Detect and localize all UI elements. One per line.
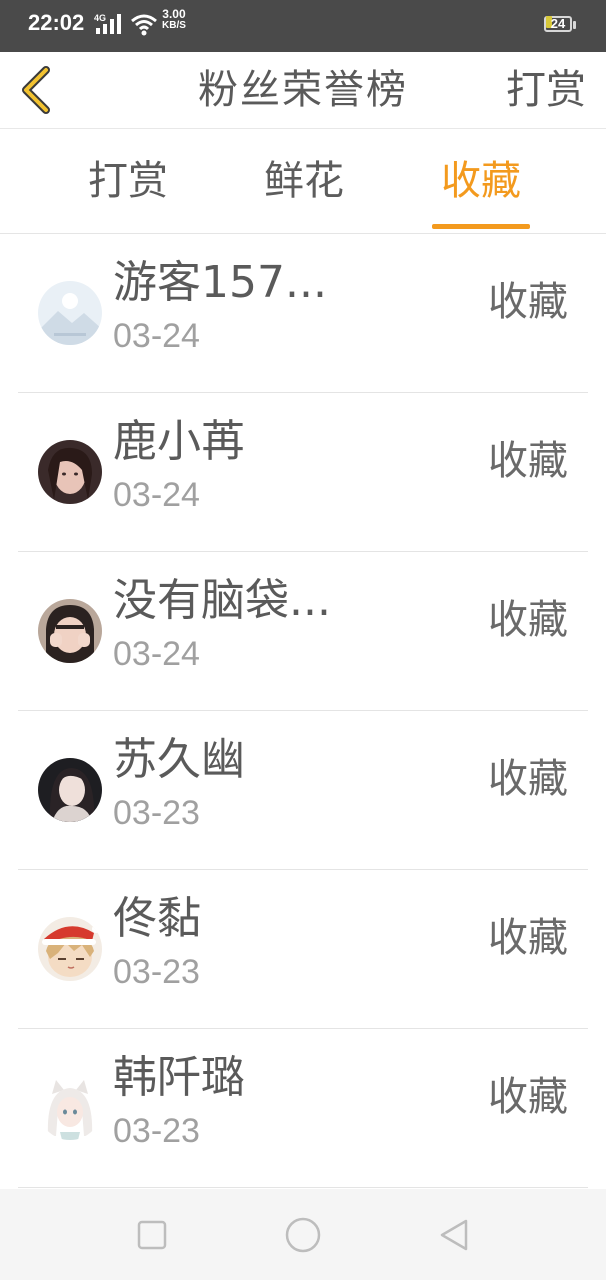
network-speed-value: 3.00 [162,7,186,21]
avatar [38,758,102,822]
user-name: 韩阡璐 [113,1052,245,1103]
home-circle-icon [285,1217,321,1253]
back-button[interactable] [16,62,60,118]
active-tab-indicator [432,224,530,229]
item-date: 03-23 [113,794,200,832]
user-photo-icon [38,758,102,822]
user-name: 游客157... [113,257,327,308]
avatar [38,1076,102,1140]
system-nav-bar [0,1189,606,1280]
anime-christmas-hat-icon [38,917,102,981]
item-action-label: 收藏 [488,915,568,961]
network-speed-unit: KB/S [162,20,186,31]
user-photo-icon [38,440,102,504]
back-triangle-icon [440,1219,468,1251]
tab-flowers[interactable]: 鲜花 [254,129,354,233]
avatar [38,281,102,345]
tab-tip[interactable]: 打赏 [78,129,178,233]
list-item[interactable]: 苏久幽 03-23 收藏 [18,711,588,870]
user-photo-icon [38,599,102,663]
item-date: 03-24 [113,476,200,514]
item-date: 03-24 [113,635,200,673]
list-item[interactable]: 鹿小苒 03-24 收藏 [18,393,588,552]
recents-square-icon [137,1220,167,1250]
item-action-label: 收藏 [488,279,568,325]
anime-cat-girl-icon [38,1076,102,1140]
item-date: 03-23 [113,1112,200,1150]
chevron-left-icon [22,66,50,114]
battery-level-text: 24 [550,16,566,31]
fan-list: 游客157... 03-24 收藏 鹿小苒 03-24 收藏 没有脑袋... 0… [18,234,588,1188]
status-bar: 22:02 4G 3.00 KB/S 24 [0,0,606,52]
wifi-icon [131,14,157,36]
list-item[interactable]: 韩阡璐 03-23 收藏 [18,1029,588,1188]
avatar [38,599,102,663]
item-action-label: 收藏 [488,597,568,643]
user-name: 鹿小苒 [113,416,245,467]
cellular-signal-icon: 4G [94,13,121,34]
list-item[interactable]: 佟黏 03-23 收藏 [18,870,588,1029]
user-name: 没有脑袋... [113,575,331,626]
tab-flowers-label: 鲜花 [264,158,344,204]
tab-tip-label: 打赏 [88,158,168,204]
tab-bar: 打赏 鲜花 收藏 [0,129,606,234]
avatar [38,917,102,981]
list-item[interactable]: 游客157... 03-24 收藏 [18,234,588,393]
home-button[interactable] [283,1215,323,1255]
item-action-label: 收藏 [488,756,568,802]
recents-button[interactable] [132,1215,172,1255]
avatar [38,440,102,504]
network-speed: 3.00 KB/S [162,8,186,32]
status-time: 22:02 [28,10,85,35]
item-action-label: 收藏 [488,1074,568,1120]
tab-favorites-label: 收藏 [441,158,521,204]
tab-favorites[interactable]: 收藏 [432,129,530,233]
item-date: 03-24 [113,317,200,355]
item-date: 03-23 [113,953,200,991]
landscape-placeholder-icon [38,281,102,345]
user-name: 苏久幽 [113,734,245,785]
item-action-label: 收藏 [488,438,568,484]
list-item[interactable]: 没有脑袋... 03-24 收藏 [18,552,588,711]
tip-button[interactable]: 打赏 [506,52,586,128]
network-type-label: 4G [94,13,106,23]
battery-icon: 24 [544,14,578,36]
user-name: 佟黏 [113,893,201,944]
back-nav-button[interactable] [434,1215,474,1255]
header: 粉丝荣誉榜 打赏 [0,52,606,129]
